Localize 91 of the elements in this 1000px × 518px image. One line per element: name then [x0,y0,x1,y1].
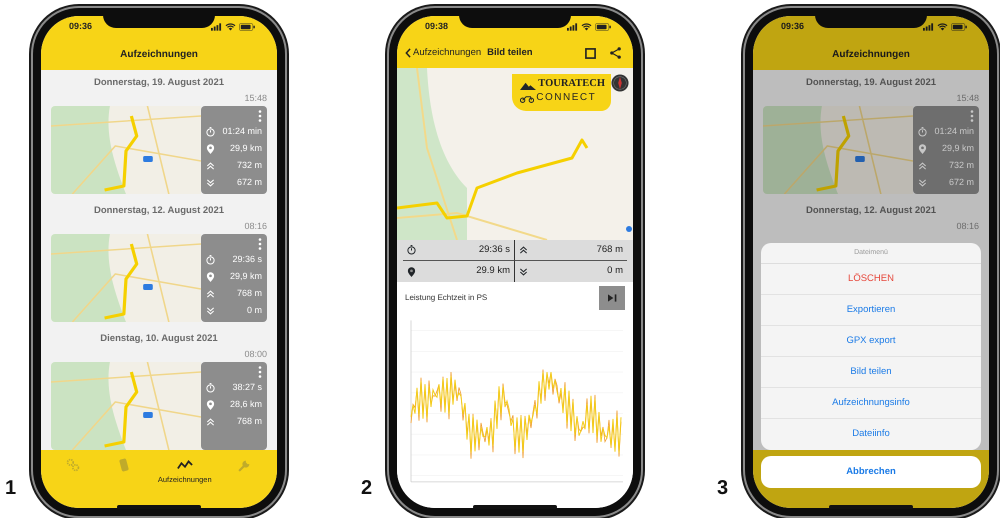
motorcycle-icon [520,94,534,102]
product-name: CONNECT [536,92,596,102]
double-chevron-down-icon [519,266,528,276]
stat-value: 29,9 km [230,142,262,155]
recording-time: 08:00 [243,348,267,360]
status-time: 09:36 [781,20,804,34]
double-chevron-down-icon [206,306,215,316]
signal-icon [923,23,934,31]
double-chevron-down-icon [918,178,927,188]
mountain-icon [520,82,536,90]
screen-title: Bild teilen [487,46,534,60]
stat-value: 768 m [236,286,262,300]
wifi-icon [225,23,236,31]
location-pin-icon [407,266,416,276]
figure-number: 2 [361,478,374,498]
skip-to-end-button[interactable] [599,286,625,310]
double-chevron-up-icon [206,416,215,426]
date-heading: Donnerstag, 12. August 2021 [804,204,938,218]
more-options-icon[interactable] [258,110,262,122]
screen-title: Aufzeichnungen [119,48,199,62]
stat-value: 29:36 s [478,242,510,257]
battery-icon [595,23,611,31]
stopwatch-icon [407,245,416,255]
location-pin-icon [206,272,215,282]
stat-value: 672 m [236,176,262,189]
stat-value: 38:27 s [232,380,262,394]
status-time: 09:38 [425,20,448,34]
stopwatch-icon [918,126,927,136]
signal-icon [211,23,222,31]
stat-value: 768 m [236,414,262,428]
back-chevron-icon [405,48,411,58]
brand-name: TOURATECH [538,79,605,90]
recording-time: 15:48 [955,92,979,104]
more-options-icon[interactable] [258,238,262,250]
wifi-icon [581,23,592,31]
stat-value: 29,9 km [230,270,262,283]
recording-time: 08:16 [955,220,979,232]
compass-icon [611,74,629,92]
skip-to-end-icon [608,294,616,302]
cancel-button[interactable]: Abbrechen [761,456,981,488]
double-chevron-down-icon [206,178,215,188]
screen-title: Aufzeichnungen [831,48,911,62]
date-heading: Donnerstag, 12. August 2021 [92,204,226,218]
square-icon[interactable] [585,48,596,58]
menu-item[interactable]: LÖSCHEN [761,264,981,295]
recording-time: 15:48 [243,92,267,104]
battery-icon [239,23,255,31]
menu-item[interactable]: Aufzeichnungsinfo [761,388,981,419]
stopwatch-icon [206,254,215,264]
recording-time: 08:16 [243,220,267,232]
signal-icon [567,23,578,31]
status-time: 09:36 [69,20,92,34]
menu-item[interactable]: Dateiinfo [761,419,981,450]
location-pin-icon [206,144,215,154]
stat-value: 768 m [596,242,623,257]
menu-item[interactable]: GPX export [761,326,981,357]
more-options-icon[interactable] [970,110,974,122]
stat-value: 672 m [948,176,974,189]
double-chevron-up-icon [206,160,215,170]
menu-item[interactable]: Bild teilen [761,357,981,388]
chart-title: Leistung Echtzeit in PS [405,292,488,304]
double-chevron-up-icon [918,160,927,170]
date-heading: Donnerstag, 19. August 2021 [92,76,226,90]
wifi-icon [937,23,948,31]
figure-number: 3 [717,478,730,498]
date-heading: Dienstag, 10. August 2021 [99,332,219,346]
double-chevron-up-icon [519,245,528,255]
stat-value: 29.9 km [476,264,510,278]
stat-value: 29,9 km [942,142,974,155]
location-pin-icon [918,144,927,154]
location-pin-icon [206,400,215,410]
stat-value: 28,6 km [230,398,262,411]
share-icon[interactable] [610,47,621,59]
stopwatch-icon [206,382,215,392]
figure-number: 1 [5,478,18,498]
stat-value: 732 m [236,158,262,172]
date-heading: Donnerstag, 19. August 2021 [804,76,938,90]
stat-value: 732 m [948,158,974,172]
stat-value: 01:24 min [934,124,974,138]
line-graph-icon [176,458,193,472]
stat-value: 01:24 min [222,124,262,138]
battery-icon [951,23,967,31]
stat-value: 29:36 s [232,252,262,266]
double-chevron-up-icon [206,288,215,298]
stopwatch-icon [206,126,215,136]
stat-value: 0 m [246,304,262,317]
gears-icon [64,458,81,472]
menu-item[interactable]: Exportieren [761,295,981,326]
stat-value: 0 m [607,264,623,278]
more-options-icon[interactable] [258,366,262,378]
back-button[interactable]: Aufzeichnungen [405,46,482,60]
